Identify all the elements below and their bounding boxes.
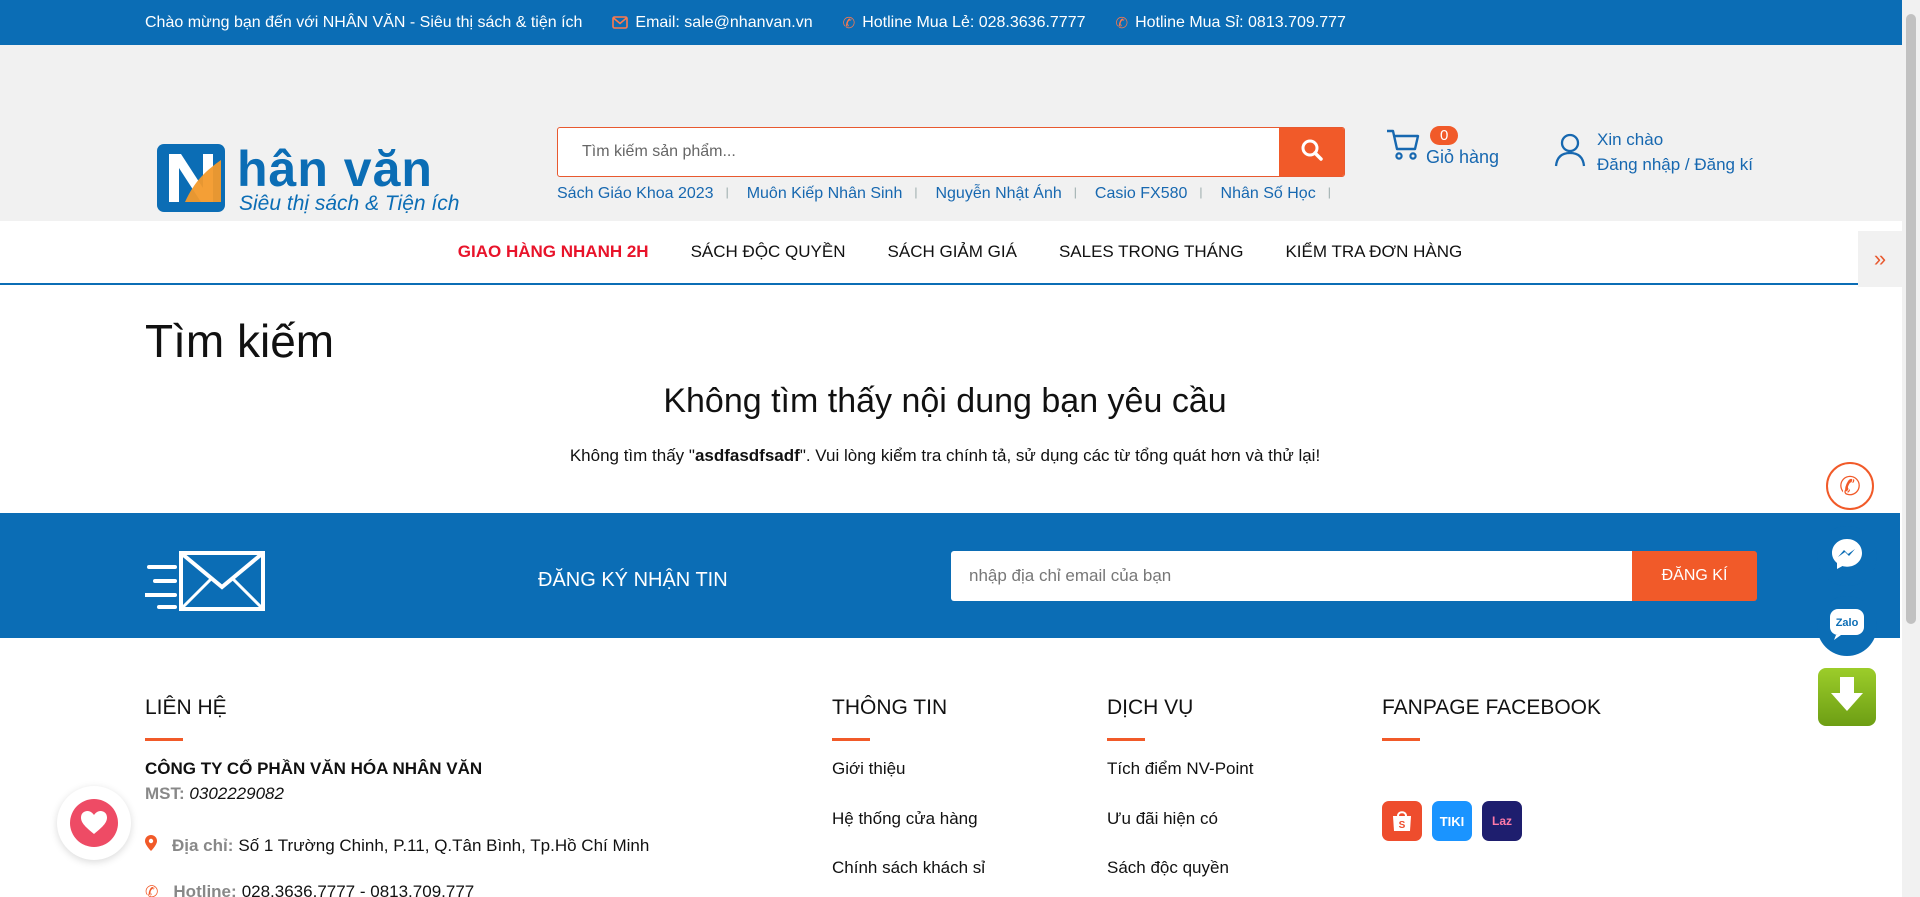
nav-item-monthly-sales[interactable]: SALES TRONG THÁNG (1059, 242, 1244, 262)
footer-service-column: DỊCH VỤ Tích điểm NV-Point Ưu đãi hiện c… (1107, 696, 1347, 896)
footer-link-about[interactable]: Giới thiệu (832, 759, 906, 779)
email-info[interactable]: Email: sale@nhanvan.vn (612, 13, 813, 32)
messenger-button[interactable] (1817, 526, 1877, 586)
divider (145, 738, 183, 741)
divider (1382, 738, 1420, 741)
envelope-icon (612, 16, 629, 29)
page-title: Tìm kiếm (145, 315, 335, 367)
divider: | (1199, 185, 1203, 199)
top-bar: Chào mừng bạn đến với NHÂN VĂN - Siêu th… (0, 0, 1920, 45)
nav-item-fast-delivery[interactable]: GIAO HÀNG NHANH 2H (458, 242, 649, 262)
divider: | (1327, 185, 1331, 199)
search-button[interactable] (1279, 128, 1344, 176)
cart-button[interactable]: 0 Giỏ hàng (1385, 126, 1500, 167)
email-text: Email: sale@nhanvan.vn (635, 13, 813, 31)
main-nav: GIAO HÀNG NHANH 2H SÁCH ĐỘC QUYỀN SÁCH G… (0, 221, 1920, 287)
header: hân văn Siêu thị sách & Tiện ích Sách Gi… (0, 45, 1920, 221)
double-chevron-right-icon: » (1873, 246, 1887, 271)
favorites-button[interactable] (57, 786, 131, 860)
search-bar (557, 127, 1345, 177)
login-register-link[interactable]: Đăng nhập / Đăng kí (1597, 152, 1753, 177)
svg-text:S: S (1399, 820, 1406, 831)
newsletter-email-input[interactable] (951, 551, 1632, 601)
phone-icon: ✆ (145, 884, 159, 897)
page-scrollbar[interactable] (1902, 0, 1920, 897)
newsletter-subscribe-button[interactable]: ĐĂNG KÍ (1632, 551, 1757, 601)
envelope-icon (143, 549, 267, 618)
welcome-text: Chào mừng bạn đến với NHÂN VĂN - Siêu th… (145, 13, 583, 31)
footer-link-stores[interactable]: Hệ thống cửa hàng (832, 809, 978, 829)
download-arrow-icon (1829, 675, 1865, 720)
messenger-icon (1829, 536, 1865, 577)
hotline-retail[interactable]: ✆ Hotline Mua Lẻ: 028.3636.7777 (843, 14, 1086, 32)
footer-link-exclusive[interactable]: Sách độc quyền (1107, 858, 1229, 878)
keyword-link[interactable]: Nhân Số Học (1221, 185, 1316, 203)
cart-label: Giỏ hàng (1426, 147, 1500, 167)
divider (832, 738, 870, 741)
cart-count-badge: 0 (1430, 126, 1459, 145)
location-pin-icon (145, 835, 157, 856)
heart-icon (70, 799, 118, 847)
cart-icon (1385, 127, 1421, 166)
newsletter-form: ĐĂNG KÍ (951, 551, 1757, 601)
no-results-message: Không tìm thấy "asdfasdfsadf". Vui lòng … (569, 446, 1321, 465)
hotline-wholesale[interactable]: ✆ Hotline Mua Sỉ: 0813.709.777 (1116, 14, 1346, 32)
company-hotline: ✆ Hotline: 028.3636.7777 - 0813.709.777 (145, 882, 474, 897)
nav-item-order-check[interactable]: KIỂM TRA ĐƠN HÀNG (1285, 242, 1462, 262)
search-query: asdfasdfsadf (694, 446, 800, 465)
search-icon (1300, 138, 1324, 167)
scrollbar-thumb[interactable] (1906, 14, 1916, 624)
keyword-link[interactable]: Sách Giáo Khoa 2023 (557, 185, 714, 203)
phone-icon: ✆ (1839, 470, 1861, 501)
nav-item-discount-books[interactable]: SÁCH GIẢM GIÁ (888, 242, 1017, 262)
divider: | (1073, 185, 1077, 199)
newsletter-title: ĐĂNG KÝ NHẬN TIN (538, 569, 728, 591)
logo-text: hân văn (237, 141, 433, 197)
svg-text:Zalo: Zalo (1836, 617, 1859, 629)
search-input[interactable] (558, 128, 1279, 176)
phone-icon: ✆ (842, 14, 856, 32)
marketplace-links: S TIKI Laz (1382, 801, 1522, 841)
company-address: Địa chỉ: Số 1 Trường Chinh, P.11, Q.Tân B… (145, 835, 649, 856)
logo-tagline: Siêu thị sách & Tiện ích (239, 192, 460, 215)
keyword-link[interactable]: Nguyễn Nhật Ánh (935, 185, 1061, 203)
divider: | (725, 185, 729, 199)
tax-code: MST: 0302229082 (145, 784, 284, 803)
shopee-icon[interactable]: S (1382, 801, 1422, 841)
newsletter-section: ĐĂNG KÝ NHẬN TIN ĐĂNG KÍ (0, 513, 1900, 638)
no-results-title: Không tìm thấy nội dung bạn yêu cầu (663, 382, 1227, 420)
lazada-icon[interactable]: Laz (1482, 801, 1522, 841)
side-panel-toggle[interactable]: » (1858, 231, 1902, 287)
footer-link-points[interactable]: Tích điểm NV-Point (1107, 759, 1253, 779)
hotline-wholesale-text: Hotline Mua Sỉ: 0813.709.777 (1135, 13, 1346, 31)
company-name: CÔNG TY CỔ PHẦN VĂN HÓA NHÂN VĂN (145, 759, 483, 778)
popular-keywords: Sách Giáo Khoa 2023 | Muôn Kiếp Nhân Sinh… (557, 185, 1349, 203)
footer-link-wholesale-policy[interactable]: Chính sách khách sỉ (832, 858, 985, 878)
tiki-icon[interactable]: TIKI (1432, 801, 1472, 841)
keyword-link[interactable]: Casio FX580 (1095, 185, 1188, 203)
zalo-icon: Zalo (1828, 607, 1866, 646)
keyword-link[interactable]: Muôn Kiếp Nhân Sinh (747, 185, 903, 203)
zalo-button[interactable]: Zalo (1817, 596, 1877, 656)
footer-service-title: DỊCH VỤ (1107, 696, 1194, 719)
account-link[interactable]: Xin chào Đăng nhập / Đăng kí (1553, 127, 1753, 177)
site-logo[interactable]: hân văn Siêu thị sách & Tiện ích (155, 140, 465, 220)
footer-link-offers[interactable]: Ưu đãi hiện có (1107, 809, 1218, 829)
divider: | (914, 185, 918, 199)
footer-contact-title: LIÊN HỆ (145, 696, 227, 719)
footer-info-title: THÔNG TIN (832, 696, 948, 719)
footer-fanpage-title: FANPAGE FACEBOOK (1382, 696, 1602, 719)
phone-icon: ✆ (1115, 14, 1129, 32)
footer-info-column: THÔNG TIN Giới thiệu Hệ thống cửa hàng C… (832, 696, 1072, 896)
account-greeting: Xin chào (1597, 130, 1664, 149)
hotline-retail-text: Hotline Mua Lẻ: 028.3636.7777 (862, 13, 1086, 31)
download-app-button[interactable] (1818, 668, 1876, 726)
user-icon (1553, 132, 1587, 173)
nav-item-exclusive-books[interactable]: SÁCH ĐỘC QUYỀN (691, 242, 846, 262)
call-button[interactable]: ✆ (1826, 462, 1874, 510)
account-text: Xin chào Đăng nhập / Đăng kí (1597, 127, 1753, 177)
footer-contact-column: LIÊN HỆ (145, 696, 227, 741)
divider (1107, 738, 1145, 741)
footer-fanpage-column: FANPAGE FACEBOOK (1382, 696, 1601, 741)
